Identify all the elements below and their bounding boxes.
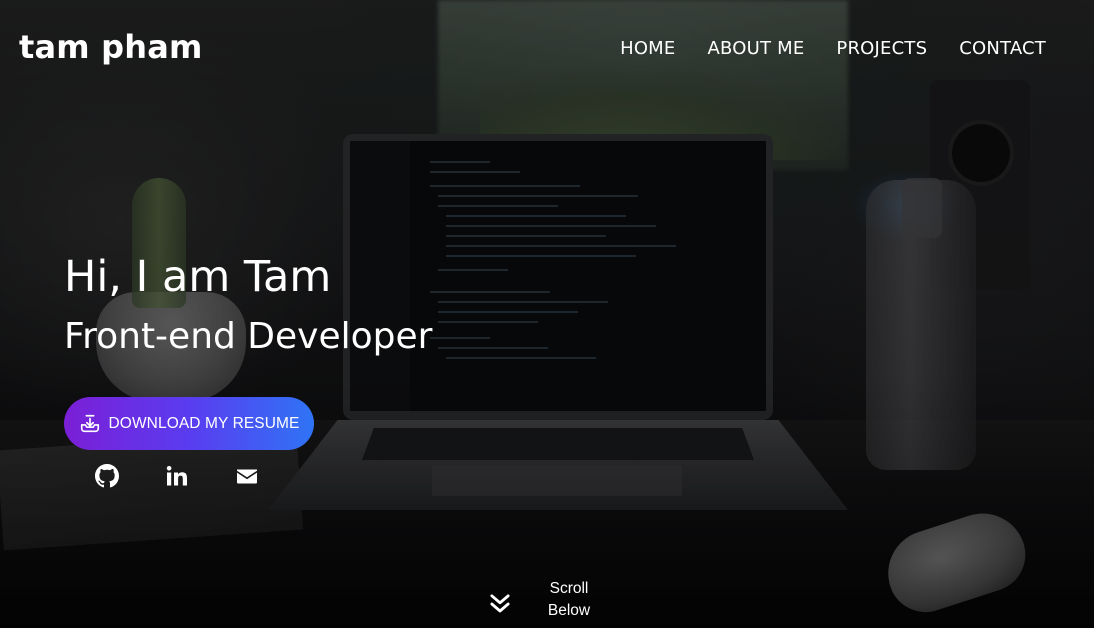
email-link[interactable] bbox=[234, 463, 260, 489]
page: tam pham HOME ABOUT ME PROJECTS CONTACT … bbox=[0, 0, 1094, 628]
linkedin-link[interactable] bbox=[164, 463, 190, 489]
nav-item-home[interactable]: HOME bbox=[620, 38, 675, 59]
double-chevron-down-icon bbox=[490, 594, 510, 613]
brand-logo[interactable]: tam pham bbox=[19, 28, 203, 66]
scroll-below-hint[interactable]: Scroll Below bbox=[486, 578, 594, 622]
main-nav: HOME ABOUT ME PROJECTS CONTACT bbox=[620, 38, 1046, 59]
scroll-text-line2: Below bbox=[547, 602, 591, 619]
hero-role: Front-end Developer bbox=[64, 316, 433, 357]
github-icon bbox=[95, 464, 119, 488]
envelope-icon bbox=[237, 469, 257, 484]
nav-item-contact[interactable]: CONTACT bbox=[959, 38, 1046, 59]
nav-item-about-me[interactable]: ABOUT ME bbox=[708, 38, 805, 59]
social-links bbox=[94, 463, 260, 489]
site-header: tam pham HOME ABOUT ME PROJECTS CONTACT bbox=[0, 0, 1094, 100]
download-resume-button[interactable]: DOWNLOAD MY RESUME bbox=[64, 397, 314, 450]
linkedin-icon bbox=[166, 466, 187, 486]
download-icon bbox=[80, 414, 99, 432]
scroll-below-text: Scroll Below bbox=[544, 578, 594, 622]
download-resume-label: DOWNLOAD MY RESUME bbox=[108, 414, 300, 432]
scroll-text-line1: Scroll bbox=[549, 580, 589, 597]
hero-greeting: Hi, I am Tam bbox=[64, 252, 332, 302]
nav-item-projects[interactable]: PROJECTS bbox=[836, 38, 927, 59]
github-link[interactable] bbox=[94, 463, 120, 489]
